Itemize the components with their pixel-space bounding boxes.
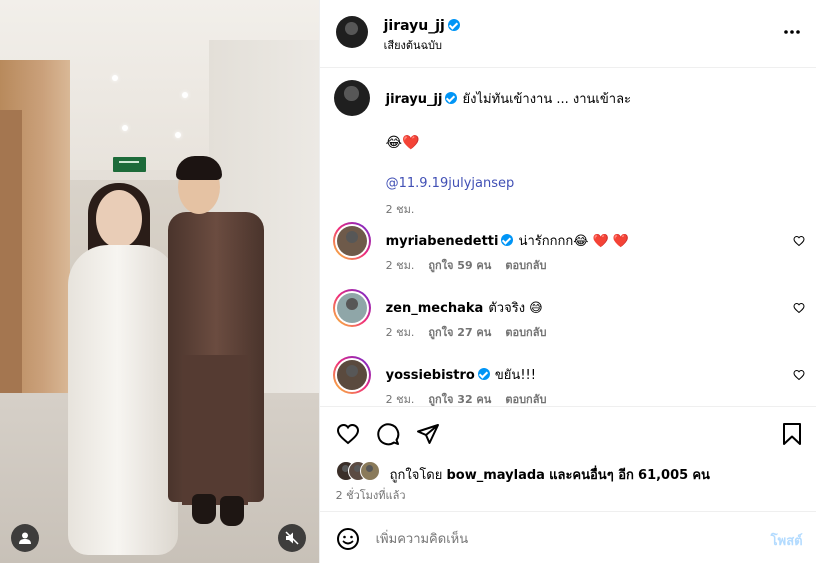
commenter-avatar — [336, 226, 367, 256]
ceiling-light — [122, 125, 128, 131]
caption-line: jirayu_jj ยังไม่ทันเข้างาน ... งานเข้าละ — [386, 88, 796, 109]
comment-row: yossiebistro ขยัน!!! 2 ชม. ถูกใจ 32 คน ต… — [320, 356, 816, 406]
caption-emoji: 😂❤️ — [385, 135, 420, 151]
ceiling-light — [112, 75, 118, 81]
verified-icon — [445, 92, 458, 104]
verified-icon — [447, 19, 460, 31]
commenter-avatar — [336, 360, 367, 390]
comment-text: ขยัน!!! — [494, 368, 536, 383]
comments-list[interactable]: jirayu_jj ยังไม่ทันเข้างาน ... งานเข้าละ… — [320, 68, 816, 406]
verified-icon — [501, 234, 514, 246]
verified-icon — [477, 368, 490, 380]
emoji-icon[interactable] — [336, 527, 360, 551]
woman-head — [96, 190, 142, 248]
user-tag-button[interactable] — [11, 524, 39, 552]
story-ring[interactable] — [332, 356, 371, 394]
comment-line: myriabenedetti น่ารักกกก😂 ❤️ ❤️ — [386, 230, 629, 251]
comment-icon[interactable] — [376, 422, 400, 446]
comment-input[interactable] — [373, 526, 748, 552]
comment-likes[interactable]: ถูกใจ 27 คน — [428, 326, 491, 339]
man-hair — [176, 156, 222, 180]
comment-heart-icon[interactable] — [793, 369, 805, 381]
heart-icon[interactable] — [336, 422, 360, 446]
bookmark-icon[interactable] — [781, 422, 803, 446]
man-trousers — [182, 355, 248, 505]
likes-summary[interactable]: ถูกใจโดย bow_maylada และคนอื่นๆ อีก 61,0… — [390, 464, 710, 485]
mute-button[interactable] — [278, 524, 306, 552]
liker-avatar — [359, 461, 380, 481]
caption-avatar[interactable] — [333, 80, 370, 116]
shoe — [192, 494, 216, 524]
comment-meta: 2 ชม. ถูกใจ 27 คน ตอบกลับ — [386, 323, 547, 341]
comment-text: ตัวจริง 😅 — [488, 301, 543, 316]
media-wall-panel — [0, 110, 22, 440]
author-username[interactable]: jirayu_jj — [384, 18, 445, 34]
comment-time[interactable]: 2 ชม. — [386, 393, 415, 406]
likes-user[interactable]: bow_maylada — [447, 468, 545, 483]
more-icon[interactable] — [783, 29, 801, 35]
caption-username[interactable]: jirayu_jj — [386, 92, 443, 107]
action-bar: ถูกใจโดย bow_maylada และคนอื่นๆ อีก 61,0… — [319, 406, 816, 512]
story-ring[interactable] — [332, 222, 371, 260]
share-icon[interactable] — [416, 422, 440, 446]
post-timestamp[interactable]: 2 ชั่วโมงที่แล้ว — [336, 486, 406, 504]
comment-heart-icon[interactable] — [793, 302, 805, 314]
comment-time[interactable]: 2 ชม. — [386, 259, 415, 272]
comment-likes[interactable]: ถูกใจ 32 คน — [428, 393, 491, 406]
comment-meta: 2 ชม. ถูกใจ 59 คน ตอบกลับ — [386, 256, 547, 274]
reply-button[interactable]: ตอบกลับ — [505, 326, 546, 339]
comment-composer: โพสต์ — [319, 511, 816, 564]
comment-meta: 2 ชม. ถูกใจ 32 คน ตอบกลับ — [386, 390, 547, 406]
user-tag-icon — [19, 532, 31, 544]
caption-time[interactable]: 2 ชม. — [386, 200, 415, 218]
woman-dress — [68, 245, 178, 555]
mute-icon — [285, 531, 299, 545]
comment-row: myriabenedetti น่ารักกกก😂 ❤️ ❤️ 2 ชม. ถู… — [320, 222, 816, 272]
comment-username[interactable]: myriabenedetti — [386, 234, 499, 249]
post-media[interactable] — [0, 0, 319, 563]
author-line: jirayu_jj — [384, 15, 460, 34]
post-sidebar: jirayu_jj เสียงต้นฉบับ jirayu_jj ยังไม่ท… — [318, 0, 816, 564]
author-avatar[interactable] — [335, 16, 368, 48]
story-ring[interactable] — [332, 289, 371, 327]
comment-text: น่ารักกกก😂 ❤️ ❤️ — [518, 234, 630, 249]
likes-count: 61,005 — [638, 468, 689, 483]
caption-text: ยังไม่ทันเข้างาน ... งานเข้าละ — [462, 92, 632, 107]
comment-heart-icon[interactable] — [793, 235, 805, 247]
shoe — [220, 496, 244, 526]
liker-avatars[interactable] — [335, 461, 388, 481]
likes-middle: และคนอื่นๆ อีก — [549, 468, 634, 483]
comment-time[interactable]: 2 ชม. — [386, 326, 415, 339]
likes-suffix: คน — [692, 468, 710, 483]
post-header: jirayu_jj เสียงต้นฉบับ — [319, 0, 816, 68]
likes-prefix: ถูกใจโดย — [389, 468, 443, 483]
caption-mention[interactable]: @11.9.19julyjansep — [386, 176, 515, 191]
reply-button[interactable]: ตอบกลับ — [505, 393, 546, 406]
ceiling-light — [175, 132, 181, 138]
comment-username[interactable]: zen_mechaka — [386, 301, 484, 316]
comment-row: zen_mechaka ตัวจริง 😅 2 ชม. ถูกใจ 27 คน … — [320, 289, 816, 339]
commenter-avatar — [336, 293, 367, 323]
comment-likes[interactable]: ถูกใจ 59 คน — [428, 259, 491, 272]
comment-line: yossiebistro ขยัน!!! — [386, 364, 536, 385]
comment-line: zen_mechaka ตัวจริง 😅 — [386, 297, 543, 318]
audio-label[interactable]: เสียงต้นฉบับ — [384, 36, 442, 54]
reply-button[interactable]: ตอบกลับ — [505, 259, 546, 272]
post-comment-button[interactable]: โพสต์ — [771, 530, 803, 551]
ceiling-light — [182, 92, 188, 98]
exit-sign — [113, 157, 146, 172]
comment-username[interactable]: yossiebistro — [386, 368, 475, 383]
